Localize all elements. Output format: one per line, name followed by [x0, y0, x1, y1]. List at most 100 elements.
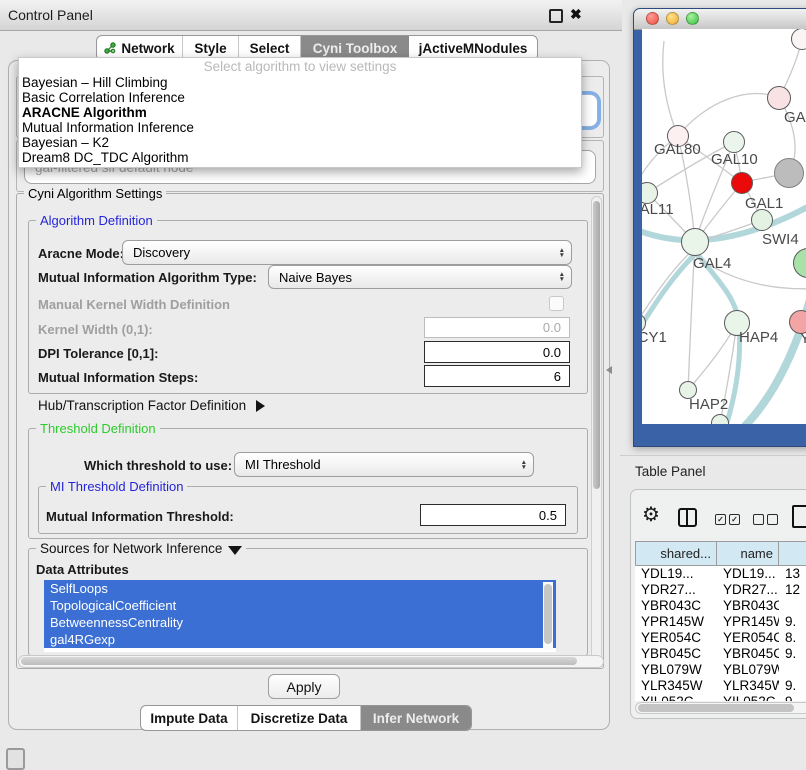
scrollbar-thumb[interactable] — [593, 201, 600, 489]
algorithm-option[interactable]: Bayesian – K2 — [19, 135, 581, 150]
table-row[interactable]: YBR045CYBR045C9. — [635, 646, 806, 662]
algorithm-option[interactable]: Mutual Information Inference — [19, 120, 581, 135]
float-window-icon[interactable] — [549, 9, 563, 23]
node-label: GAL10 — [711, 151, 758, 168]
network-node[interactable] — [723, 131, 745, 153]
network-node[interactable] — [767, 86, 791, 110]
collapsed-panel-icon[interactable] — [6, 748, 25, 770]
scrollbar-thumb[interactable] — [544, 584, 552, 644]
dpi-tolerance-label: DPI Tolerance [0,1]: — [38, 346, 158, 361]
table-panel-title: Table Panel — [635, 464, 706, 479]
data-attribute-item[interactable]: gal4RGexp — [44, 631, 556, 648]
unchecked-columns-icon[interactable] — [753, 514, 778, 525]
mi-type-combobox[interactable]: Naive Bayes ▲▼ — [268, 265, 572, 289]
node-label: GAL4 — [693, 255, 731, 272]
sources-title: Sources for Network Inference — [40, 541, 222, 556]
network-window-titlebar[interactable] — [634, 9, 806, 30]
algorithm-option[interactable]: Basic Correlation Inference — [19, 90, 581, 105]
network-canvas[interactable]: GALGAL80GAL10GAL1GAL11GAL4SWI4GCY1HAP4YH… — [642, 29, 806, 424]
data-attribute-item[interactable]: BetweennessCentrality — [44, 614, 556, 631]
network-node[interactable] — [774, 158, 804, 188]
cyni-settings-title: Cyni Algorithm Settings — [24, 186, 166, 201]
combo-value: Discovery — [133, 245, 190, 260]
table-cell: 8. — [779, 630, 806, 646]
combo-value: MI Threshold — [245, 457, 321, 472]
algorithm-option[interactable]: ARACNE Algorithm — [19, 105, 581, 120]
manual-kernel-checkbox — [549, 296, 564, 311]
close-icon[interactable]: ✖ — [570, 6, 582, 23]
split-columns-icon[interactable] — [678, 508, 697, 527]
algorithm-option[interactable]: Bayesian – Hill Climbing — [19, 75, 581, 90]
table-cell: YIL052C — [635, 694, 717, 701]
column-header[interactable] — [779, 541, 806, 566]
table-cell — [779, 598, 806, 614]
table-row[interactable]: YBL079WYBL079W — [635, 662, 806, 678]
table-row[interactable]: YER054CYER054C8. — [635, 630, 806, 646]
dpi-tolerance-input[interactable]: 0.0 — [424, 341, 570, 363]
panel-splitter-handle[interactable] — [606, 366, 612, 374]
node-label: SWI4 — [762, 231, 799, 248]
sources-expander[interactable]: Sources for Network Inference — [36, 541, 246, 556]
table-cell: 9. — [779, 678, 806, 694]
table-cell: YBR045C — [717, 646, 779, 662]
table-cell: 9. — [779, 614, 806, 630]
data-attributes-label: Data Attributes — [36, 562, 129, 577]
tab-impute-data[interactable]: Impute Data — [141, 706, 238, 730]
table-cell: 13 — [779, 566, 806, 582]
network-node[interactable] — [681, 228, 709, 256]
kernel-width-label: Kernel Width (0,1): — [38, 322, 153, 337]
algorithm-option[interactable]: Dream8 DC_TDC Algorithm — [19, 150, 581, 165]
mi-steps-label: Mutual Information Steps: — [38, 370, 198, 385]
list-scrollbar[interactable] — [543, 582, 553, 650]
which-threshold-label: Which threshold to use: — [84, 458, 232, 473]
page-icon[interactable] — [792, 505, 806, 528]
table-row[interactable]: YDL19...YDL19...13 — [635, 566, 806, 582]
data-attribute-item[interactable]: SelfLoops — [44, 580, 556, 597]
table-cell: YBR043C — [635, 598, 717, 614]
gear-icon[interactable]: ⚙ — [642, 505, 660, 525]
settings-horizontal-scrollbar[interactable] — [18, 655, 604, 668]
table-cell: YDL19... — [717, 566, 779, 582]
table-cell: YER054C — [635, 630, 717, 646]
table-cell: YER054C — [717, 630, 779, 646]
tab-infer-network[interactable]: Infer Network — [361, 706, 471, 730]
table-horizontal-scrollbar[interactable] — [635, 702, 806, 714]
network-node[interactable] — [731, 172, 753, 194]
tab-discretize-data[interactable]: Discretize Data — [238, 706, 361, 730]
mi-type-label: Mutual Information Algorithm Type: — [38, 270, 257, 285]
zoom-traffic-light-icon[interactable] — [686, 12, 699, 25]
which-threshold-combobox[interactable]: MI Threshold ▲▼ — [234, 452, 534, 477]
table-row[interactable]: YDR27...YDR27...12 — [635, 582, 806, 598]
network-node[interactable] — [751, 209, 773, 231]
table-cell: YBL079W — [717, 662, 779, 678]
table-row[interactable]: YLR345WYLR345W9. — [635, 678, 806, 694]
mi-threshold-label: Mutual Information Threshold: — [46, 509, 234, 524]
mi-steps-input[interactable]: 6 — [424, 365, 570, 387]
node-label: GAL1 — [745, 195, 783, 212]
minimize-traffic-light-icon[interactable] — [666, 12, 679, 25]
hub-definition-label: Hub/Transcription Factor Definition — [38, 398, 246, 413]
control-panel-titlebar: Control Panel ✖ — [0, 0, 622, 31]
scrollbar-thumb[interactable] — [21, 657, 577, 665]
tab-label: Impute Data — [150, 711, 227, 726]
column-header[interactable]: shared... — [635, 541, 717, 566]
hub-definition-expander[interactable]: Hub/Transcription Factor Definition — [38, 398, 265, 413]
table-row[interactable]: YBR043CYBR043C — [635, 598, 806, 614]
table-row[interactable]: YIL052CYIL052C9 — [635, 694, 806, 701]
table-row[interactable]: YPR145WYPR145W9. — [635, 614, 806, 630]
settings-vertical-scrollbar[interactable] — [591, 196, 602, 664]
combo-value: Naive Bayes — [279, 270, 352, 285]
mi-threshold-input[interactable]: 0.5 — [420, 504, 566, 526]
data-attribute-item[interactable]: TopologicalCoefficient — [44, 597, 556, 614]
table-cell: YBL079W — [635, 662, 717, 678]
column-header[interactable]: name — [717, 541, 779, 566]
close-traffic-light-icon[interactable] — [646, 12, 659, 25]
aracne-mode-combobox[interactable]: Discovery ▲▼ — [122, 240, 572, 265]
table-cell: 9 — [779, 694, 806, 701]
table-cell: 9. — [779, 646, 806, 662]
scrollbar-thumb[interactable] — [638, 704, 794, 712]
apply-button[interactable]: Apply — [268, 674, 340, 699]
aracne-mode-label: Aracne Mode: — [38, 246, 124, 261]
manual-kernel-label: Manual Kernel Width Definition — [38, 297, 230, 312]
checked-columns-icon[interactable]: ✓✓ — [715, 514, 740, 525]
